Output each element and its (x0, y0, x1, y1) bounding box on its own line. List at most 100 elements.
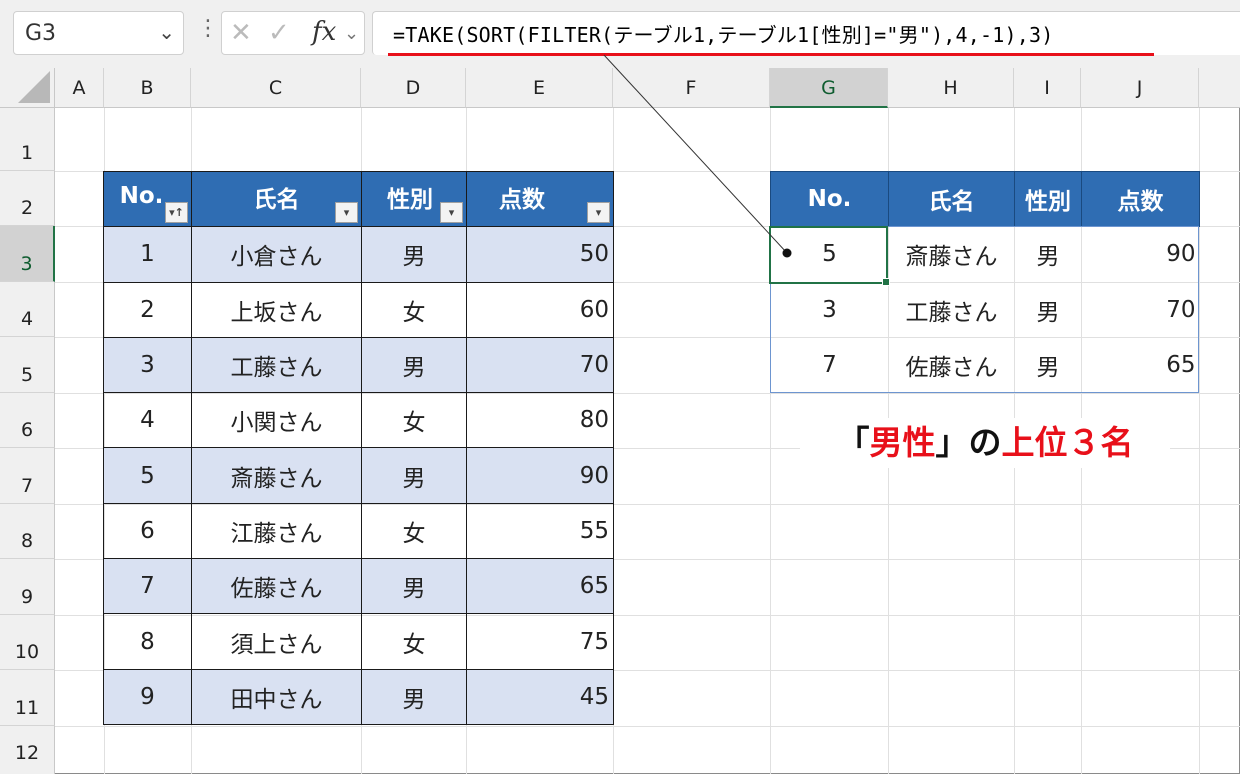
header-cell[interactable]: 性別 ▾ (361, 170, 467, 228)
insert-function-icon[interactable]: fx (312, 17, 336, 47)
cell[interactable]: 男 (361, 668, 467, 725)
column-header-h[interactable]: H (888, 68, 1014, 108)
chevron-down-icon[interactable]: ⌄ (344, 23, 359, 44)
cell[interactable]: 2 (103, 281, 192, 338)
cell[interactable]: 65 (466, 558, 614, 615)
cell[interactable]: 上坂さん (191, 281, 362, 338)
header-cell[interactable]: No. (770, 170, 889, 227)
filter-dropdown-icon[interactable]: ▾ (440, 202, 463, 224)
column-header-g[interactable]: G (770, 68, 888, 108)
active-cell-g3[interactable] (769, 226, 890, 286)
header-cell[interactable]: 氏名 (888, 170, 1015, 227)
table-row: 8 須上さん女 75 (103, 613, 614, 670)
column-header-k[interactable] (1199, 68, 1240, 108)
header-cell[interactable]: 点数 (1081, 170, 1200, 227)
formula-underline (388, 53, 1154, 56)
source-table: No. ▾↑ 氏名 ▾ 性別 ▾ 点数 ▾ 1 小倉さん男 50 2 上坂さん女 60 3 工藤さ… (103, 170, 614, 725)
cell[interactable]: 女 (361, 613, 467, 670)
fill-handle[interactable] (882, 278, 890, 286)
column-header-f[interactable]: F (613, 68, 770, 108)
bracket-close: 」の (935, 423, 1002, 462)
bracket-open: 「 (836, 423, 870, 462)
cell[interactable]: 9 (103, 668, 192, 725)
cancel-icon[interactable]: ✕ (230, 18, 252, 48)
enter-icon[interactable]: ✓ (268, 18, 290, 48)
table-row: 3 工藤さん男 70 (103, 336, 614, 394)
row-header-3[interactable]: 3 (0, 226, 55, 282)
cell[interactable]: 小倉さん (191, 226, 362, 283)
cell[interactable]: 75 (466, 613, 614, 670)
cell[interactable]: 60 (466, 281, 614, 338)
cell[interactable]: 8 (103, 613, 192, 670)
table-header-row: No. 氏名 性別 点数 (770, 170, 1200, 227)
table-row: 7 佐藤さん男 65 (103, 558, 614, 615)
filter-dropdown-icon[interactable]: ▾ (335, 202, 358, 224)
sort-filter-icon[interactable]: ▾↑ (165, 202, 188, 224)
table-row: 6 江藤さん女 55 (103, 502, 614, 560)
row-header-5[interactable]: 5 (0, 337, 55, 393)
table-row: 9 田中さん男 45 (103, 668, 614, 725)
chevron-down-icon[interactable]: ⌄ (158, 20, 175, 44)
callout-top3: 上位３名 (1001, 423, 1134, 462)
more-options-icon[interactable]: ⋮ (197, 18, 219, 40)
cell[interactable]: 女 (361, 502, 467, 560)
cell[interactable]: 小関さん (191, 392, 362, 449)
table-header-row: No. ▾↑ 氏名 ▾ 性別 ▾ 点数 ▾ (103, 170, 614, 228)
cell[interactable]: 90 (466, 447, 614, 504)
cell[interactable]: 工藤さん (191, 336, 362, 394)
row-header-4[interactable]: 4 (0, 282, 55, 337)
cell[interactable]: 1 (103, 226, 192, 283)
cell[interactable]: 70 (466, 336, 614, 394)
column-header-d[interactable]: D (361, 68, 466, 108)
annotation-callout: 「男性」の上位３名 (800, 418, 1170, 468)
cell[interactable]: 男 (361, 447, 467, 504)
table-row: 5 斎藤さん男 90 (103, 447, 614, 504)
cell[interactable]: 須上さん (191, 613, 362, 670)
column-header-a[interactable]: A (55, 68, 104, 108)
column-header-b[interactable]: B (104, 68, 191, 108)
cell[interactable]: 45 (466, 668, 614, 725)
table-row: 1 小倉さん男 50 (103, 226, 614, 283)
cell[interactable]: 6 (103, 502, 192, 560)
cell[interactable]: 4 (103, 392, 192, 449)
table-row: 2 上坂さん女 60 (103, 281, 614, 338)
header-cell[interactable]: 性別 (1014, 170, 1082, 227)
row-header-11[interactable]: 11 (0, 670, 55, 726)
cell[interactable]: 3 (103, 336, 192, 394)
filter-dropdown-icon[interactable]: ▾ (587, 202, 610, 224)
cell[interactable]: 80 (466, 392, 614, 449)
header-cell[interactable]: 点数 ▾ (466, 170, 614, 228)
column-header-e[interactable]: E (466, 68, 613, 108)
cell[interactable]: 田中さん (191, 668, 362, 725)
row-header-9[interactable]: 9 (0, 559, 55, 615)
name-box[interactable]: G3 ⌄ (13, 11, 184, 55)
cell[interactable]: 5 (103, 447, 192, 504)
cell[interactable]: 男 (361, 558, 467, 615)
row-header-1[interactable]: 1 (0, 108, 55, 171)
header-cell[interactable]: 氏名 ▾ (191, 170, 362, 228)
select-all-button[interactable] (0, 68, 55, 108)
row-header-12[interactable]: 12 (0, 726, 55, 774)
cell[interactable]: 55 (466, 502, 614, 560)
row-header-8[interactable]: 8 (0, 504, 55, 559)
formula-input[interactable]: =TAKE(SORT(FILTER(テーブル1,テーブル1[性別]="男"),4… (372, 11, 1240, 56)
cell[interactable]: 女 (361, 392, 467, 449)
formula-bar: G3 ⌄ ⋮ ✕ ✓ fx ⌄ =TAKE(SORT(FILTER(テーブル1,… (0, 0, 1240, 68)
formula-actions: ✕ ✓ fx ⌄ (221, 11, 365, 55)
row-header-2[interactable]: 2 (0, 171, 55, 226)
cell[interactable]: 佐藤さん (191, 558, 362, 615)
header-cell[interactable]: No. ▾↑ (103, 170, 192, 228)
cell[interactable]: 江藤さん (191, 502, 362, 560)
cell[interactable]: 女 (361, 281, 467, 338)
row-header-7[interactable]: 7 (0, 448, 55, 504)
cell[interactable]: 斎藤さん (191, 447, 362, 504)
row-header-10[interactable]: 10 (0, 615, 55, 670)
cell[interactable]: 7 (103, 558, 192, 615)
cell[interactable]: 男 (361, 226, 467, 283)
cell[interactable]: 男 (361, 336, 467, 394)
column-header-i[interactable]: I (1014, 68, 1081, 108)
row-header-6[interactable]: 6 (0, 393, 55, 448)
column-header-c[interactable]: C (191, 68, 361, 108)
column-header-j[interactable]: J (1081, 68, 1199, 108)
cell[interactable]: 50 (466, 226, 614, 283)
